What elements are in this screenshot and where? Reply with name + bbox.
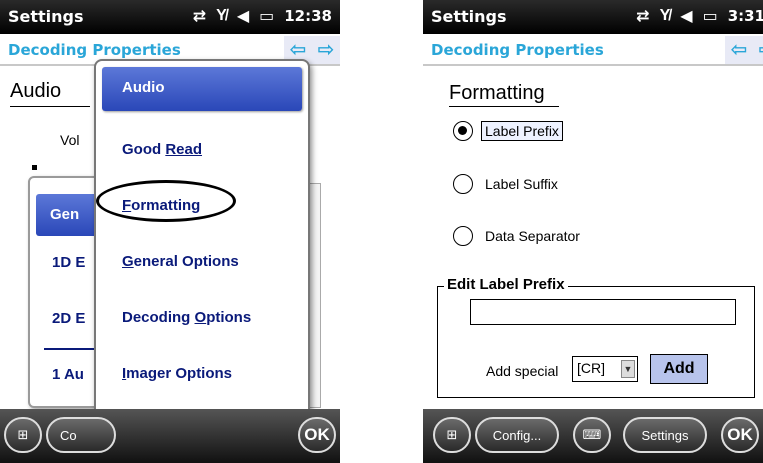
radio-label: Label Prefix xyxy=(481,121,563,141)
taskbar-button-partial[interactable]: Co xyxy=(46,417,116,453)
volume-icon: ◀ xyxy=(236,8,250,25)
back-arrow-icon[interactable]: ⇦ xyxy=(290,40,307,60)
left-screen: Settings ⇄ Y̸ ◀ ▭ 12:38 Decoding Propert… xyxy=(0,0,340,463)
windows-logo-icon: ⊞ xyxy=(446,427,458,442)
menu-item-label-underlined: Read xyxy=(165,141,203,158)
menu-item-label: eneral Options xyxy=(133,253,239,270)
ok-button[interactable]: OK xyxy=(721,417,759,453)
heading-underline xyxy=(449,106,559,107)
menu-item-label: mager Options xyxy=(126,365,233,382)
battery-icon: ▭ xyxy=(702,8,718,25)
select-value: [CR] xyxy=(577,360,605,376)
radio-label: Label Suffix xyxy=(485,176,558,192)
windows-logo-icon: ⊞ xyxy=(17,427,29,442)
config-button[interactable]: Config... xyxy=(475,417,559,453)
status-icons[interactable]: ⇄ Y̸ ◀ ▭ 12:38 xyxy=(193,6,332,26)
add-button[interactable]: Add xyxy=(650,354,708,384)
forward-arrow-icon[interactable]: ⇨ xyxy=(759,40,763,60)
radio-data-separator[interactable]: Data Separator xyxy=(453,226,584,246)
taskbar: ⊞ Config... ⌨ Settings OK xyxy=(423,409,763,463)
add-special-label: Add special xyxy=(486,363,559,379)
radio-button[interactable] xyxy=(453,226,473,246)
popup-menu: Audio Good Read Formatting General Optio… xyxy=(94,59,310,451)
radio-button[interactable] xyxy=(453,174,473,194)
page-heading: Audio xyxy=(10,80,62,102)
keyboard-icon: ⌨ xyxy=(582,427,602,442)
status-bar: Settings ⇄ Y̸ ◀ ▭ 3:31 xyxy=(423,0,763,34)
settings-button[interactable]: Settings xyxy=(623,417,707,453)
battery-icon: ▭ xyxy=(259,8,275,25)
ok-button[interactable]: OK xyxy=(298,417,336,453)
menu-item-label: Decoding xyxy=(122,309,195,326)
clock: 3:31 xyxy=(727,7,763,25)
menu-item-label: ptions xyxy=(206,309,252,326)
sync-icon: ⇄ xyxy=(192,8,207,25)
menu-item-good-read[interactable]: Good Read xyxy=(96,123,308,177)
page-header-title: Decoding Properties xyxy=(431,41,604,59)
menu-item-general-options[interactable]: General Options xyxy=(96,235,308,289)
sync-icon: ⇄ xyxy=(636,8,650,25)
group-title: Edit Label Prefix xyxy=(444,276,568,293)
status-icons[interactable]: ⇄ Y̸ ◀ ▭ 3:31 xyxy=(636,6,763,26)
header-bar: Decoding Properties ⇦ ⇨ xyxy=(423,34,763,66)
edit-label-group: Edit Label Prefix Add special [CR] ▼ Add xyxy=(437,276,755,398)
annotation-circle xyxy=(96,180,236,222)
radio-label-suffix[interactable]: Label Suffix xyxy=(453,174,562,194)
volume-icon: ◀ xyxy=(680,8,693,25)
no-signal-icon: Y̸ xyxy=(659,7,671,24)
nav-arrows: ⇦ ⇨ xyxy=(725,36,763,64)
heading-underline xyxy=(10,106,90,107)
menu-item-audio[interactable]: Audio xyxy=(102,67,302,111)
background-menu-item[interactable]: 2D E xyxy=(52,310,85,327)
volume-label: Vol xyxy=(60,132,80,148)
start-button[interactable]: ⊞ xyxy=(433,417,471,453)
menu-item-imager-options[interactable]: Imager Options xyxy=(96,347,308,401)
right-screen: Settings ⇄ Y̸ ◀ ▭ 3:31 Decoding Properti… xyxy=(423,0,763,463)
taskbar: ⊞ Co OK xyxy=(0,409,340,463)
radio-button[interactable] xyxy=(453,121,473,141)
page-heading: Formatting xyxy=(449,82,545,104)
menu-item-label-underlined: G xyxy=(122,253,134,270)
dropdown-arrow-icon[interactable]: ▼ xyxy=(621,360,635,378)
status-bar: Settings ⇄ Y̸ ◀ ▭ 12:38 xyxy=(0,0,340,34)
forward-arrow-icon[interactable]: ⇨ xyxy=(318,40,335,60)
status-title: Settings xyxy=(8,7,84,26)
status-title: Settings xyxy=(431,7,507,26)
page-header-title: Decoding Properties xyxy=(8,41,181,59)
start-button[interactable]: ⊞ xyxy=(4,417,42,453)
prefix-text-input[interactable] xyxy=(470,299,736,325)
background-menu-item[interactable]: 1D E xyxy=(52,254,85,271)
bullet-marker xyxy=(32,165,37,170)
no-signal-icon: Y̸ xyxy=(216,7,227,24)
menu-item-label: Good xyxy=(122,141,166,158)
radio-label: Data Separator xyxy=(485,228,580,244)
special-char-select[interactable]: [CR] ▼ xyxy=(572,356,638,382)
keyboard-button[interactable]: ⌨ xyxy=(573,417,611,453)
back-arrow-icon[interactable]: ⇦ xyxy=(731,40,748,60)
background-menu-item[interactable]: 1 Au xyxy=(52,366,84,383)
radio-label-prefix[interactable]: Label Prefix xyxy=(453,121,563,141)
clock: 12:38 xyxy=(284,7,332,25)
menu-item-decoding-options[interactable]: Decoding Options xyxy=(96,291,308,345)
menu-item-label-underlined: O xyxy=(194,309,207,326)
